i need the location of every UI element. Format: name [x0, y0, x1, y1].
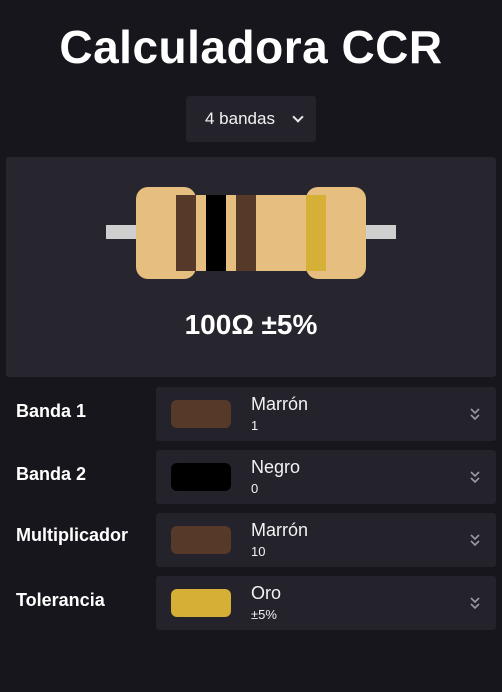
- page-title: Calculadora CCR: [59, 21, 443, 73]
- double-chevron-down-icon: [470, 597, 480, 610]
- band-count-select[interactable]: 4 bandas: [186, 96, 316, 142]
- multiplier-color-value: 10: [251, 544, 266, 559]
- resistor-band-3: [236, 195, 256, 271]
- band-1-label: Banda 1: [16, 401, 87, 421]
- multiplier-swatch: [171, 526, 231, 554]
- band-2-row: Banda 2 Negro 0: [0, 450, 502, 504]
- multiplier-select[interactable]: Marrón 10: [156, 513, 496, 567]
- band-1-color-value: 1: [251, 418, 259, 433]
- resistor-illustration: [106, 187, 396, 279]
- chevron-down-icon: [292, 111, 304, 123]
- resistor-preview-panel: 100Ω ±5%: [6, 157, 496, 377]
- band-2-color-name: Negro: [251, 457, 301, 477]
- band-2-select[interactable]: Negro 0: [156, 450, 496, 504]
- band-2-swatch: [171, 463, 231, 491]
- double-chevron-down-icon: [470, 471, 480, 484]
- tolerance-label: Tolerancia: [16, 590, 105, 610]
- multiplier-color-name: Marrón: [251, 520, 309, 540]
- tolerance-color-name: Oro: [251, 583, 282, 603]
- resistance-value: 100Ω ±5%: [184, 309, 318, 340]
- multiplier-label: Multiplicador: [16, 525, 128, 545]
- resistor-band-2: [206, 195, 226, 271]
- tolerance-swatch: [171, 589, 231, 617]
- band-1-select[interactable]: Marrón 1: [156, 387, 496, 441]
- tolerance-row: Tolerancia Oro ±5%: [0, 576, 502, 630]
- band-2-label: Banda 2: [16, 464, 87, 484]
- resistor-band-1: [176, 195, 196, 271]
- band-1-swatch: [171, 400, 231, 428]
- band-2-color-value: 0: [251, 481, 259, 496]
- multiplier-row: Multiplicador Marrón 10: [0, 513, 502, 567]
- double-chevron-down-icon: [470, 408, 480, 421]
- tolerance-select[interactable]: Oro ±5%: [156, 576, 496, 630]
- resistor-band-4: [306, 195, 326, 271]
- band-count-value: 4 bandas: [205, 109, 275, 128]
- band-1-color-name: Marrón: [251, 394, 309, 414]
- tolerance-color-value: ±5%: [251, 607, 277, 622]
- band-1-row: Banda 1 Marrón 1: [0, 387, 502, 441]
- double-chevron-down-icon: [470, 534, 480, 547]
